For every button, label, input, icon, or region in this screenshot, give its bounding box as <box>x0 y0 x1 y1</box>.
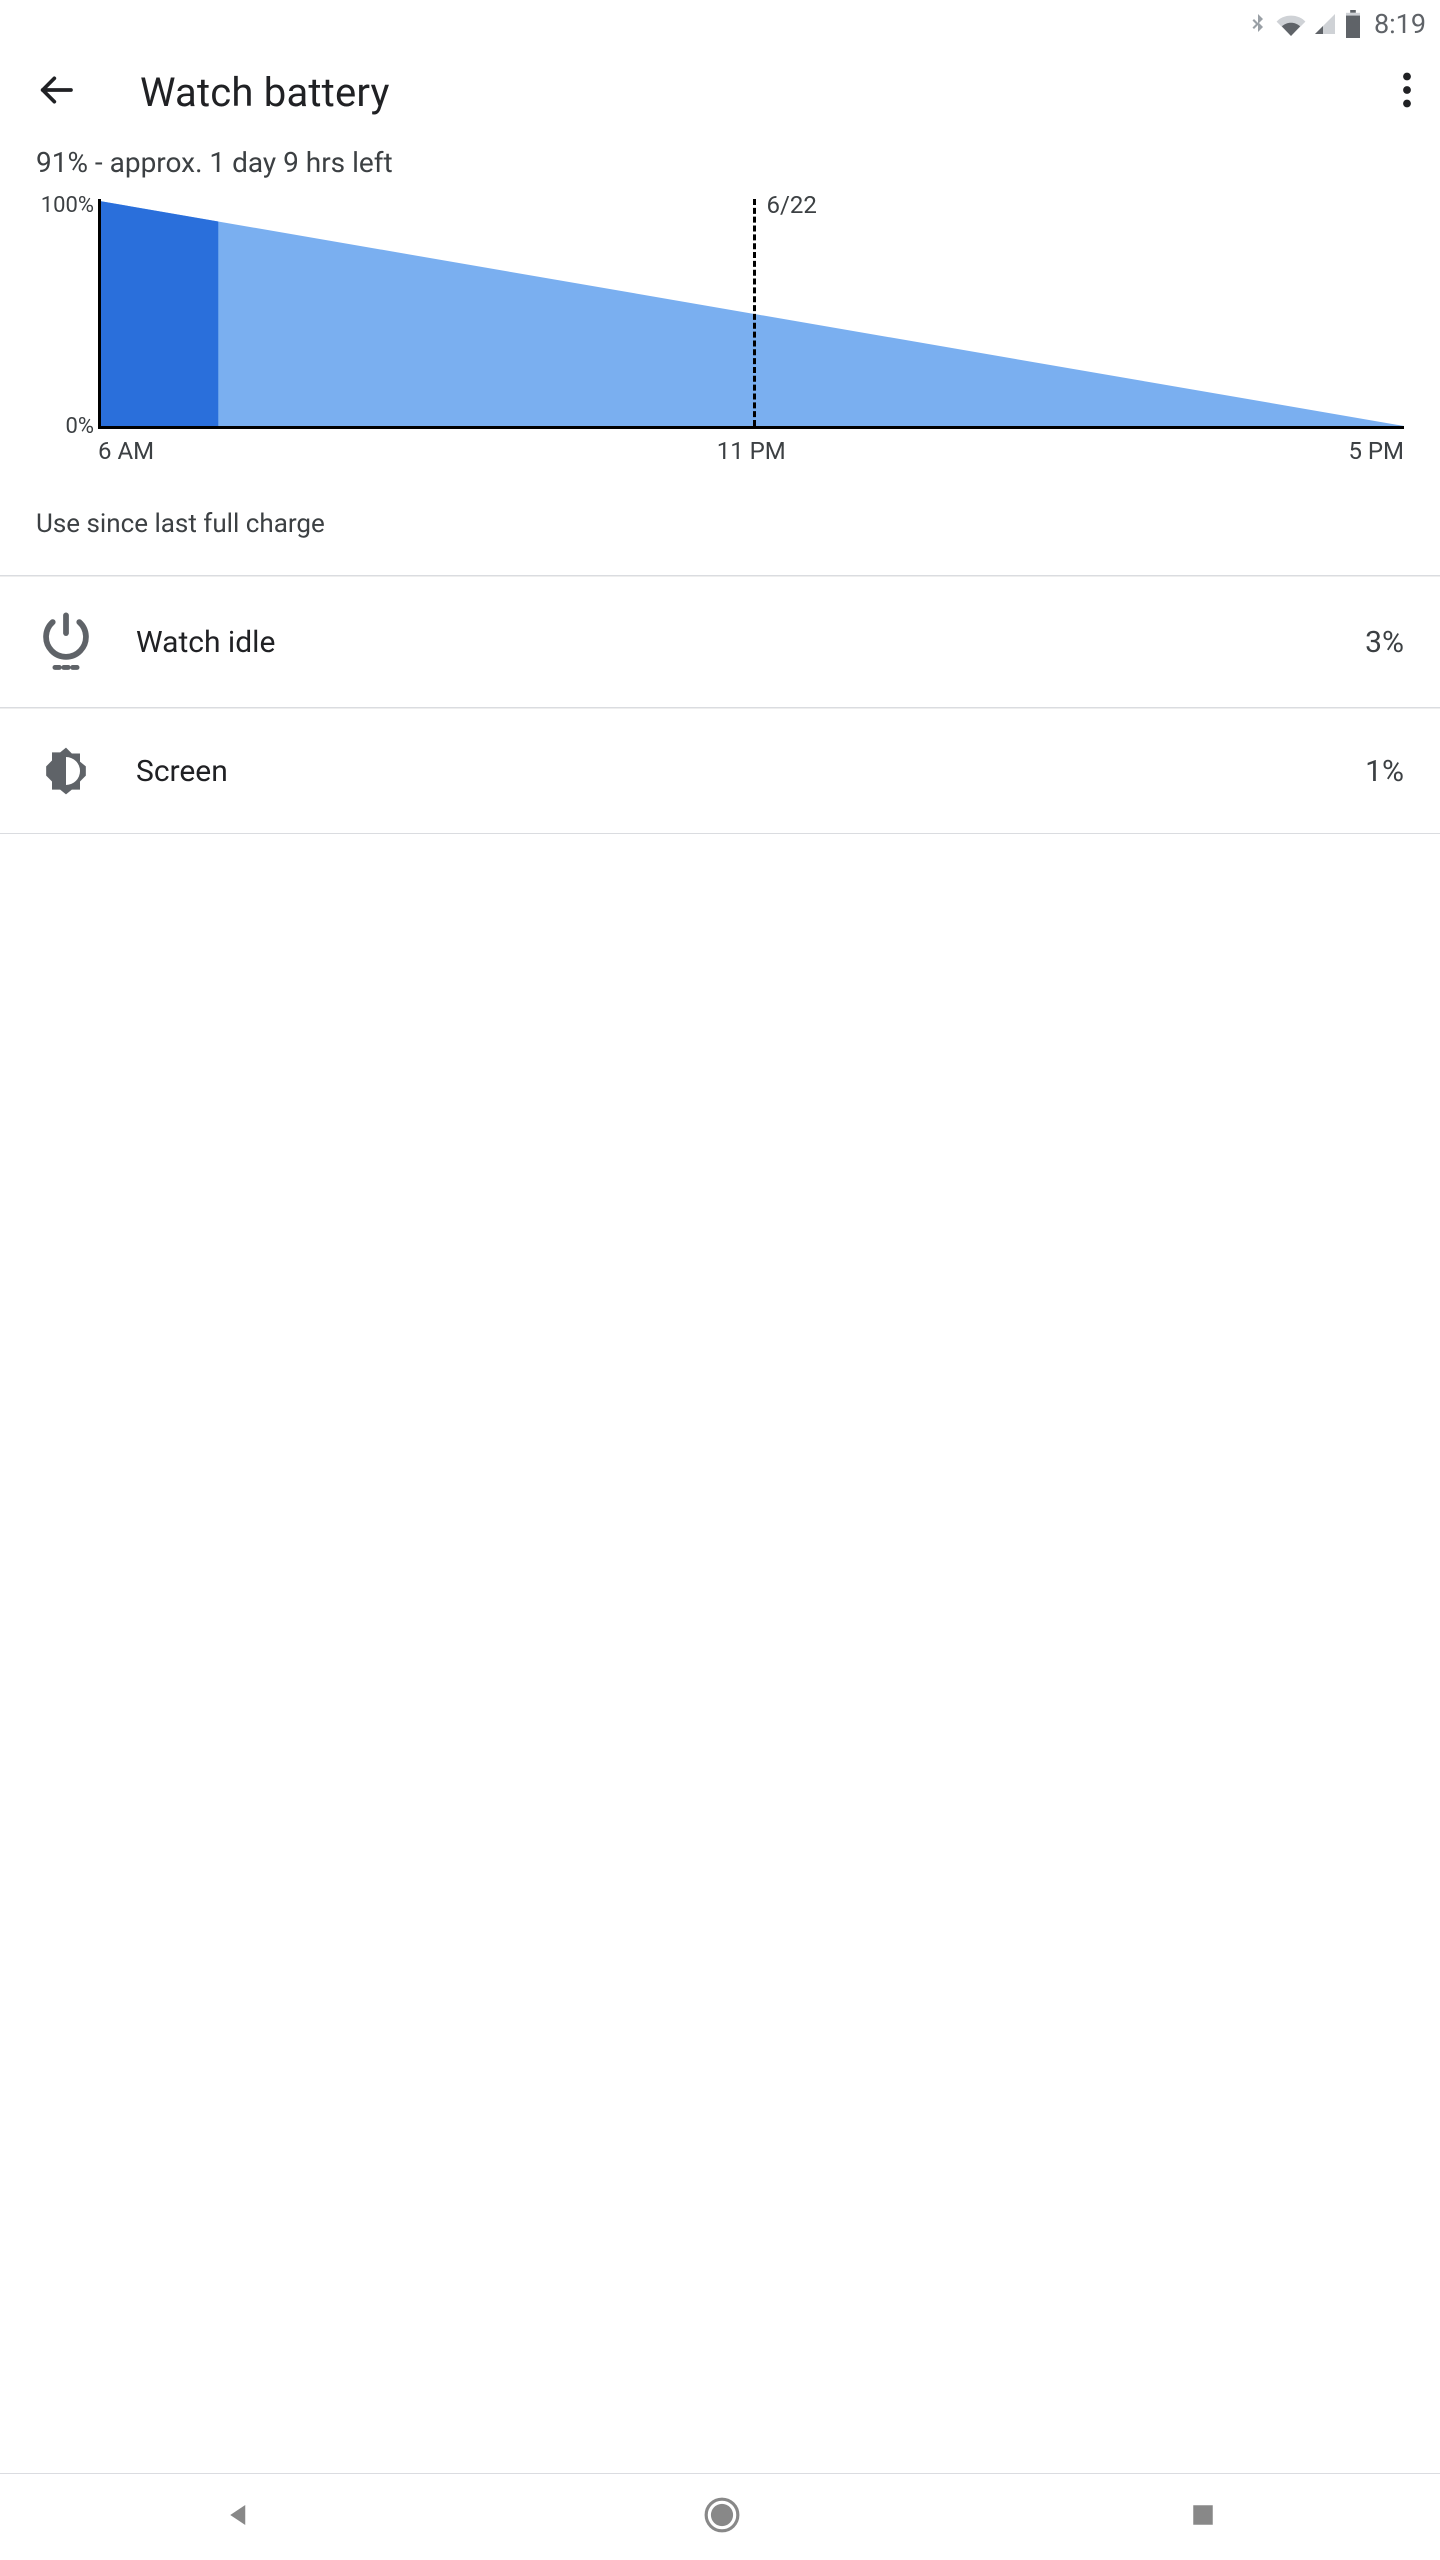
usage-percent: 3% <box>1365 625 1404 660</box>
power-idle-icon <box>36 611 96 673</box>
battery-summary: 91% - approx. 1 day 9 hrs left <box>0 146 1440 199</box>
usage-label: Watch idle <box>136 625 1325 660</box>
cell-signal-icon <box>1312 12 1338 36</box>
chart-divider-line <box>753 199 756 426</box>
bluetooth-icon <box>1246 10 1270 38</box>
x-label-end: 5 PM <box>1348 437 1404 465</box>
x-label-start: 6 AM <box>98 437 154 465</box>
usage-row-watch-idle[interactable]: Watch idle 3% <box>0 576 1440 708</box>
status-bar: 8:19 <box>0 0 1440 48</box>
chart-plot-area: 6/22 <box>98 199 1404 429</box>
battery-chart: 100% 0% 6/22 6 AM 11 PM 5 PM <box>36 199 1404 465</box>
page-title: Watch battery <box>140 69 1396 116</box>
nav-home-icon[interactable] <box>693 2486 751 2548</box>
usage-row-screen[interactable]: Screen 1% <box>0 708 1440 834</box>
usage-section-header: Use since last full charge <box>0 465 1440 576</box>
content-spacer <box>0 834 1440 2474</box>
x-label-middle: 11 PM <box>154 437 1348 465</box>
battery-icon <box>1344 10 1362 38</box>
system-nav-bar <box>0 2474 1440 2560</box>
usage-label: Screen <box>136 754 1325 789</box>
wifi-icon <box>1276 12 1306 36</box>
y-axis-label-top: 100% <box>41 193 94 218</box>
nav-recent-icon[interactable] <box>1180 2492 1226 2542</box>
back-icon[interactable] <box>36 70 76 114</box>
chart-divider-date: 6/22 <box>767 191 817 219</box>
app-bar: Watch battery <box>0 48 1440 146</box>
y-axis-label-bot: 0% <box>66 414 94 439</box>
brightness-icon <box>36 743 96 799</box>
usage-percent: 1% <box>1365 754 1404 789</box>
status-clock: 8:19 <box>1374 8 1426 40</box>
x-axis-labels: 6 AM 11 PM 5 PM <box>98 429 1404 465</box>
more-options-icon[interactable] <box>1396 66 1418 118</box>
nav-back-icon[interactable] <box>214 2490 264 2544</box>
